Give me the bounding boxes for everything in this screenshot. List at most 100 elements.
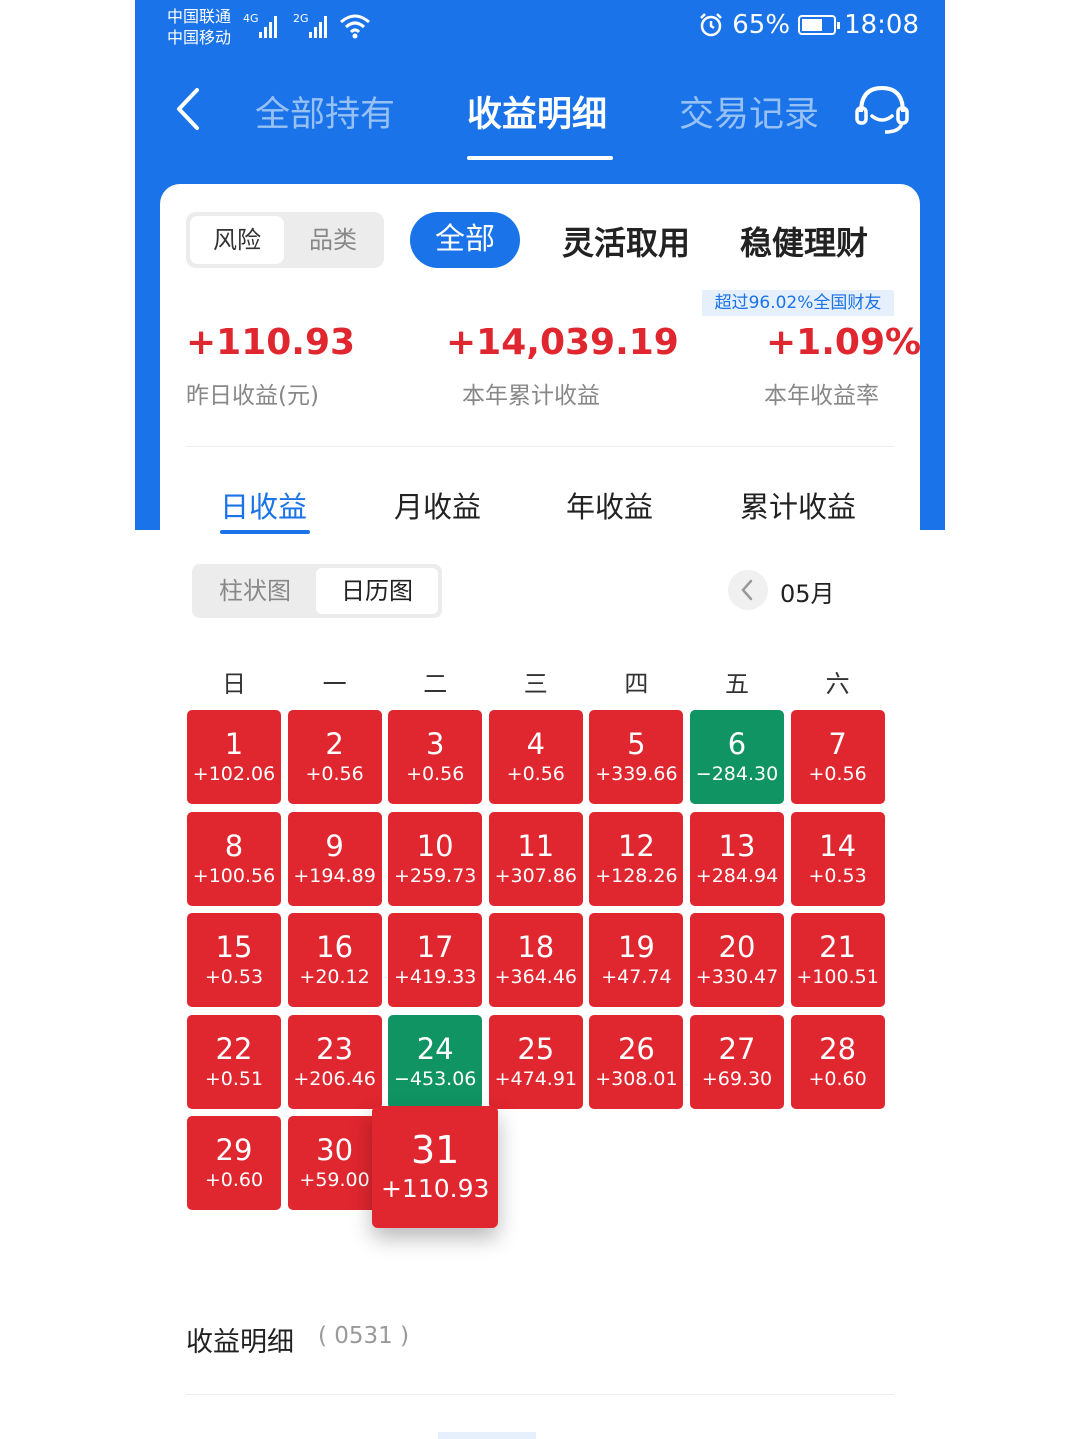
calendar-day[interactable]: 28 +0.60 — [790, 1014, 885, 1109]
tab-earnings-detail[interactable]: 收益明细 — [467, 86, 607, 137]
day-number: 8 — [224, 828, 244, 863]
calendar-day[interactable]: 5 +339.66 — [589, 710, 684, 804]
calendar-day[interactable]: 23 +206.46 — [287, 1014, 382, 1109]
tab-monthly[interactable]: 月收益 — [394, 484, 481, 526]
ytd-earnings-value: +14,039.19 — [446, 322, 679, 363]
day-number: 23 — [316, 1031, 354, 1066]
alarm-icon — [700, 13, 723, 37]
detail-date-code: ( 0531 ) — [318, 1323, 410, 1349]
calendar-day[interactable]: 15 +0.53 — [187, 913, 281, 1007]
day-number: 21 — [819, 930, 857, 964]
calendar-day[interactable]: 17 +419.33 — [388, 913, 483, 1007]
tab-daily[interactable]: 日收益 — [220, 484, 307, 526]
day-earnings: +419.33 — [393, 966, 477, 988]
filter-all-button[interactable]: 全部 — [410, 212, 520, 268]
tab-all-holdings[interactable]: 全部持有 — [255, 86, 395, 137]
calendar-day[interactable]: 8 +100.56 — [187, 811, 281, 906]
calendar-day[interactable]: 21 +100.51 — [790, 913, 885, 1007]
day-earnings: +307.86 — [494, 864, 577, 887]
filter-flexible[interactable]: 灵活取用 — [562, 218, 690, 264]
customer-service-icon[interactable] — [853, 82, 911, 138]
tab-transaction-records[interactable]: 交易记录 — [679, 86, 819, 137]
day-earnings: +0.53 — [808, 864, 867, 887]
view-calendar[interactable]: 日历图 — [316, 568, 438, 614]
calendar-day[interactable]: 29 +0.60 — [187, 1116, 281, 1210]
tab-yearly[interactable]: 年收益 — [566, 484, 653, 526]
calendar-day[interactable]: 4 +0.56 — [488, 710, 583, 804]
day-number: 3 — [425, 727, 445, 761]
active-tab-indicator — [467, 156, 613, 160]
day-number: 10 — [416, 828, 454, 863]
top-nav: 全部持有 收益明细 交易记录 — [135, 60, 945, 170]
calendar-day[interactable]: 12 +128.26 — [589, 811, 684, 906]
day-earnings: +0.56 — [305, 763, 364, 785]
calendar-day-selected[interactable]: 31 +110.93 — [372, 1106, 499, 1228]
view-bar-chart[interactable]: 柱状图 — [196, 568, 314, 614]
mode-segment: 风险 品类 — [186, 212, 384, 268]
day-number: 27 — [718, 1031, 756, 1066]
calendar-day[interactable]: 2 +0.56 — [287, 710, 382, 804]
ytd-return-value: +1.09% — [766, 322, 922, 363]
day-number: 26 — [617, 1031, 655, 1066]
day-number: 29 — [215, 1133, 253, 1167]
month-label: 05月 — [780, 580, 835, 608]
calendar-day[interactable]: 26 +308.01 — [589, 1014, 684, 1109]
calendar-day[interactable]: 18 +364.46 — [488, 913, 583, 1007]
day-earnings: +20.12 — [299, 966, 370, 988]
calendar-day[interactable]: 11 +307.86 — [488, 811, 583, 906]
weekday-label: 一 — [322, 670, 347, 698]
calendar-day[interactable]: 10 +259.73 — [388, 811, 483, 906]
battery-icon — [798, 15, 841, 35]
calendar-day[interactable]: 30 +59.00 — [287, 1116, 382, 1210]
calendar-day[interactable]: 3 +0.56 — [388, 710, 483, 804]
day-number: 7 — [828, 727, 847, 761]
divider — [186, 1394, 894, 1395]
calendar-day[interactable]: 16 +20.12 — [287, 913, 382, 1007]
day-earnings: +0.51 — [204, 1067, 264, 1090]
tab-cumulative[interactable]: 累计收益 — [740, 484, 856, 526]
status-right: 65% 18:08 — [698, 10, 919, 40]
day-earnings: +102.06 — [192, 763, 276, 785]
mode-risk[interactable]: 风险 — [190, 216, 284, 264]
network-1-label: 4G — [243, 12, 259, 25]
prev-month-icon[interactable] — [728, 570, 768, 610]
day-earnings: +0.56 — [506, 763, 565, 785]
day-number: 28 — [819, 1031, 857, 1066]
calendar-day[interactable]: 1 +102.06 — [187, 710, 281, 804]
calendar-day[interactable]: 14 +0.53 — [790, 811, 885, 906]
calendar-day[interactable]: 9 +194.89 — [287, 811, 382, 906]
calendar-day[interactable]: 13 +284.94 — [690, 811, 784, 906]
calendar-day[interactable]: 7 +0.56 — [790, 710, 885, 804]
next-row-tag — [438, 1432, 536, 1439]
calendar-day[interactable]: 22 +0.51 — [187, 1014, 281, 1109]
day-earnings: +0.56 — [808, 763, 867, 785]
calendar-day[interactable]: 27 +69.30 — [690, 1014, 784, 1109]
calendar-day[interactable]: 20 +330.47 — [690, 913, 784, 1007]
day-earnings: +100.51 — [796, 966, 879, 988]
weekday-label: 四 — [624, 670, 649, 698]
carrier-info: 中国联通 中国移动 — [167, 6, 231, 48]
clock: 18:08 — [844, 10, 919, 40]
day-number: 1 — [224, 727, 244, 761]
day-earnings: +100.56 — [192, 864, 276, 887]
day-earnings: +59.00 — [299, 1169, 370, 1191]
day-number: 2 — [325, 727, 344, 761]
calendar-day[interactable]: 19 +47.74 — [589, 913, 684, 1007]
mode-category[interactable]: 品类 — [286, 216, 380, 264]
day-earnings: +128.26 — [595, 864, 678, 887]
filter-steady[interactable]: 稳健理财 — [740, 218, 868, 264]
day-earnings: −284.30 — [695, 763, 779, 785]
day-number: 15 — [215, 930, 253, 964]
day-earnings: +259.73 — [393, 864, 477, 887]
day-earnings: +194.89 — [293, 864, 376, 887]
day-earnings: +339.66 — [595, 763, 678, 785]
calendar-day[interactable]: 6 −284.30 — [690, 710, 784, 804]
back-arrow-icon[interactable] — [169, 86, 209, 132]
calendar-day[interactable]: 24 −453.06 — [388, 1014, 483, 1109]
calendar-day[interactable]: 25 +474.91 — [488, 1014, 583, 1109]
day-number: 16 — [316, 930, 354, 964]
day-number: 31 — [411, 1128, 460, 1172]
day-earnings: −453.06 — [393, 1067, 477, 1090]
period-tab-indicator — [220, 530, 310, 534]
day-earnings: +110.93 — [380, 1174, 490, 1203]
